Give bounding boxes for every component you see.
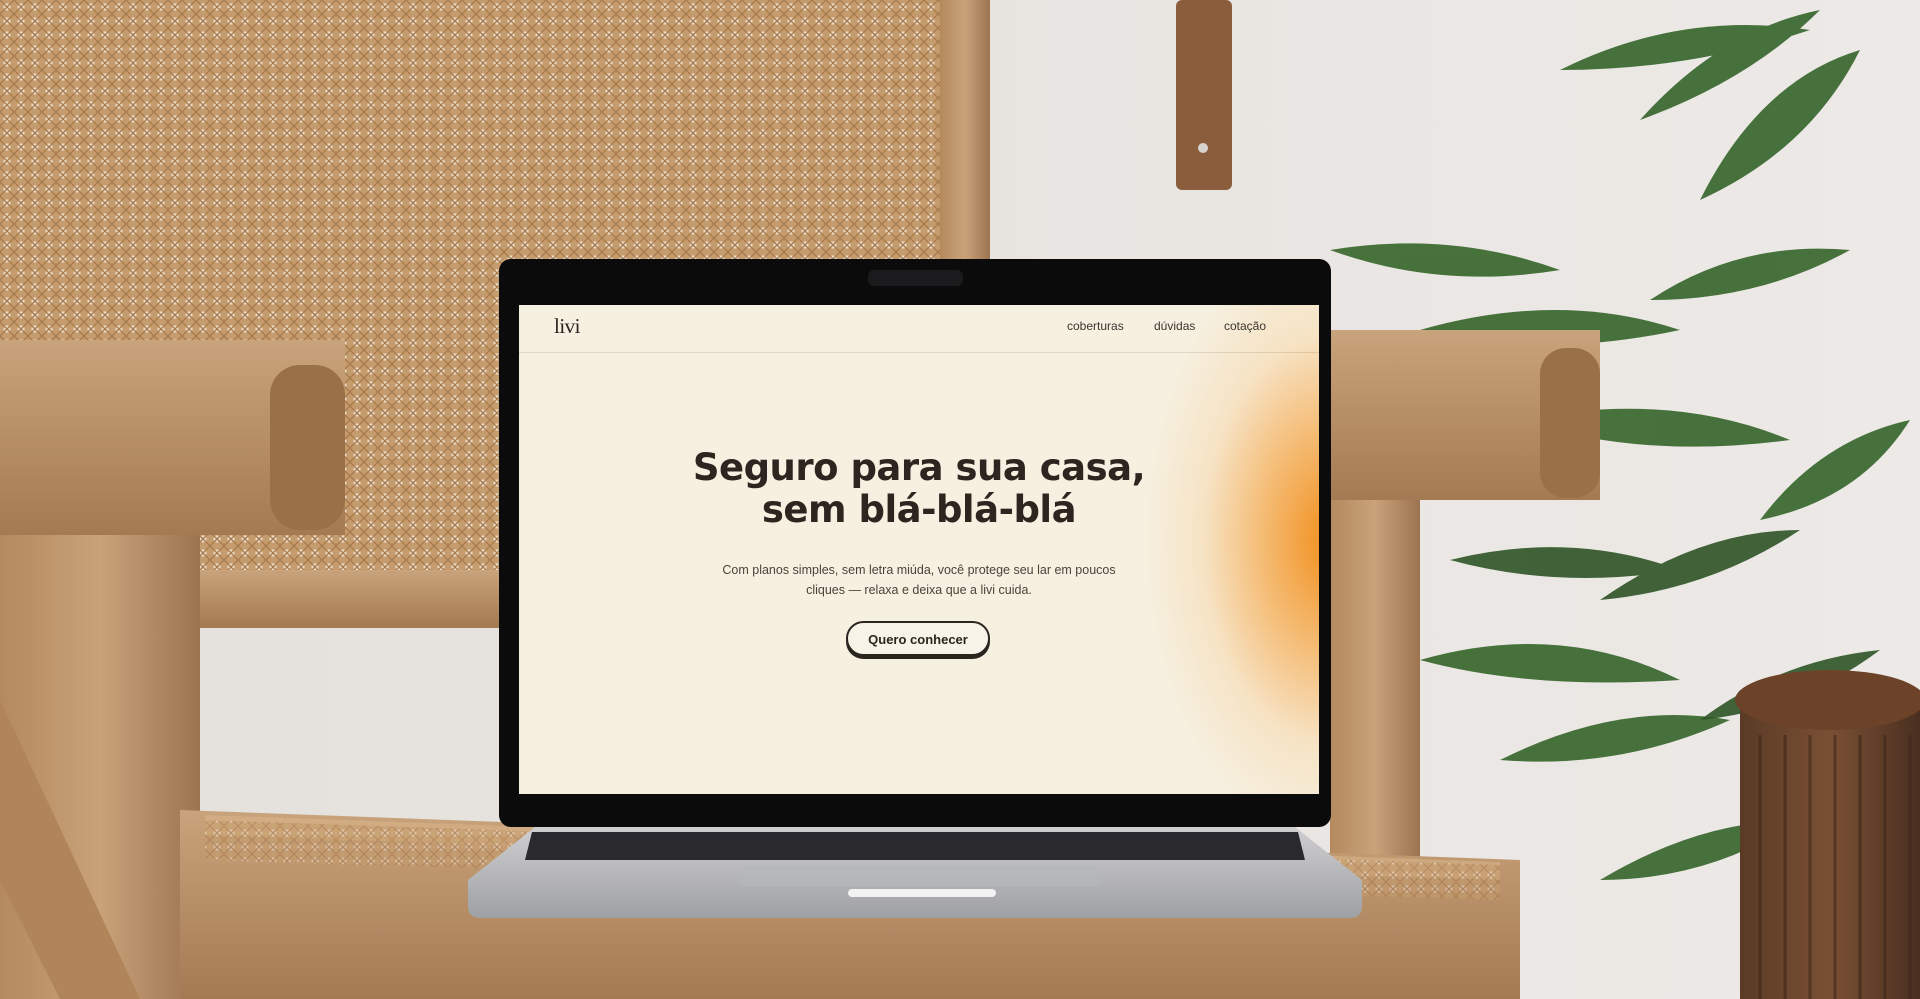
site-header: livi coberturas dúvidas cotação xyxy=(519,305,1319,353)
nav-link-duvidas[interactable]: dúvidas xyxy=(1154,319,1195,333)
site-logo[interactable]: livi xyxy=(554,314,581,339)
laptop-screen: livi coberturas dúvidas cotação Seguro p… xyxy=(519,305,1319,794)
nav-link-cotacao[interactable]: cotação xyxy=(1224,319,1266,333)
hero-subtitle-line-2: cliques — relaxa e deixa que a livi cuid… xyxy=(806,583,1032,597)
hero-subtitle: Com planos simples, sem letra miúda, voc… xyxy=(689,560,1149,600)
hero-title: Seguro para sua casa, sem blá-blá-blá xyxy=(519,447,1319,531)
hero-title-line-2: sem blá-blá-blá xyxy=(761,488,1077,531)
nav-link-coberturas[interactable]: coberturas xyxy=(1067,319,1124,333)
hero-title-line-1: Seguro para sua casa, xyxy=(692,446,1146,489)
hero-subtitle-line-1: Com planos simples, sem letra miúda, voc… xyxy=(722,563,1116,577)
cta-button[interactable]: Quero conhecer xyxy=(846,621,990,656)
